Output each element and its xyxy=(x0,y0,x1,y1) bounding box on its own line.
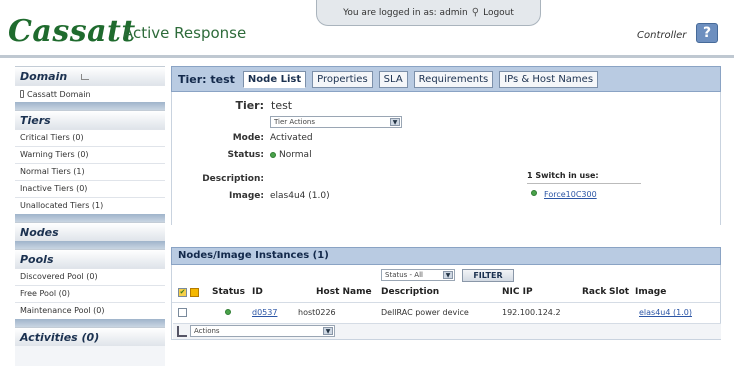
image-value: elas4u4 (1.0) xyxy=(270,191,330,201)
column-header-rack: Rack xyxy=(582,287,607,297)
column-header-slot: Slot xyxy=(609,287,630,297)
app-header: Cassatt Active Response You are logged i… xyxy=(0,0,734,58)
controller-label: Controller xyxy=(637,30,687,41)
sidebar-item-critical-tiers[interactable]: Critical Tiers (0) xyxy=(15,129,165,146)
tab-properties[interactable]: Properties xyxy=(312,70,373,88)
sidebar-item-inactive-tiers[interactable]: Inactive Tiers (0) xyxy=(15,180,165,197)
login-status-tab: You are logged in as: admin ⚲ Logout xyxy=(316,0,541,26)
chevron-down-icon: ▼ xyxy=(390,118,400,126)
switch-link[interactable]: Force10C300 xyxy=(544,190,597,199)
section-separator xyxy=(15,241,165,249)
actions-bar: Actions ▼ xyxy=(173,323,721,339)
column-header-description: Description xyxy=(381,287,440,297)
tier-label: Tier: xyxy=(235,99,264,112)
header-divider xyxy=(0,55,734,58)
tab-node-list[interactable]: Node List xyxy=(242,70,307,88)
column-header-host-name: Host Name xyxy=(316,287,372,297)
mode-label: Mode: xyxy=(232,133,264,143)
node-status-icon xyxy=(225,309,231,315)
domain-icon xyxy=(20,90,24,98)
nodes-section-title: Nodes/Image Instances (1) xyxy=(171,247,721,265)
tab-ips-host-names[interactable]: IPs & Host Names xyxy=(499,70,599,88)
node-image-link[interactable]: elas4u4 (1.0) xyxy=(639,308,692,317)
section-separator xyxy=(15,102,165,110)
sidebar-section-domain[interactable]: Domain xyxy=(15,66,165,85)
sidebar-heading-nodes[interactable]: Nodes xyxy=(15,222,165,241)
table-header-divider xyxy=(172,302,720,303)
logout-icon[interactable]: ⚲ xyxy=(472,7,479,18)
select-all-checkbox[interactable]: ✔ xyxy=(178,288,187,297)
return-arrow-icon xyxy=(177,326,187,337)
column-header-id: ID xyxy=(252,287,263,297)
cassatt-logo: Cassatt xyxy=(8,14,136,49)
node-host-name: host0226 xyxy=(298,308,336,317)
node-nic-ip: 192.100.124.2 xyxy=(502,308,561,317)
image-label: Image: xyxy=(229,191,264,201)
switch-count-title: 1 Switch in use: xyxy=(527,171,599,180)
nodes-table: Status - All ▼ FILTER ✔ Status ID Host N… xyxy=(171,265,721,340)
node-actions-select[interactable]: Actions ▼ xyxy=(190,325,335,337)
sidebar-item-unallocated-tiers[interactable]: Unallocated Tiers (1) xyxy=(15,197,165,214)
status-normal-icon xyxy=(270,151,276,158)
sidebar-heading-activities[interactable]: Activities (0) xyxy=(15,327,165,346)
sidebar-heading-domain: Domain xyxy=(20,70,68,83)
row-checkbox[interactable] xyxy=(178,308,187,317)
node-actions-value: Actions xyxy=(194,327,220,335)
status-label: Status: xyxy=(227,150,264,160)
sidebar-heading-tiers[interactable]: Tiers xyxy=(15,110,165,129)
tab-sla[interactable]: SLA xyxy=(378,70,408,88)
section-separator xyxy=(15,214,165,222)
status-value: Normal xyxy=(279,150,312,160)
tier-header: Tier: test Node List Properties SLA Requ… xyxy=(171,66,721,92)
sidebar-item-warning-tiers[interactable]: Warning Tiers (0) xyxy=(15,146,165,163)
node-id-link[interactable]: d0537 xyxy=(252,308,277,317)
main-panel: Tier: test Node List Properties SLA Requ… xyxy=(171,66,721,366)
tier-properties: Tier: test Tier Actions ▼ Mode: Activate… xyxy=(171,92,721,225)
page-title: Tier: test xyxy=(178,72,235,86)
sidebar-item-normal-tiers[interactable]: Normal Tiers (1) xyxy=(15,163,165,180)
minimize-icon[interactable] xyxy=(81,74,90,80)
logout-link[interactable]: Logout xyxy=(483,8,514,18)
sidebar-item-maintenance-pool[interactable]: Maintenance Pool (0) xyxy=(15,302,165,319)
status-filter-value: Status - All xyxy=(385,271,423,279)
sidebar-item-label: Cassatt Domain xyxy=(27,89,91,99)
product-name: Active Response xyxy=(123,24,247,42)
chevron-down-icon: ▼ xyxy=(323,327,333,335)
sidebar-item-cassatt-domain[interactable]: Cassatt Domain xyxy=(15,85,165,102)
filter-button[interactable]: FILTER xyxy=(462,269,514,282)
switch-status-icon xyxy=(531,190,537,196)
switch-divider xyxy=(527,183,641,184)
sidebar-item-free-pool[interactable]: Free Pool (0) xyxy=(15,285,165,302)
column-header-nic-ip: NIC IP xyxy=(502,287,533,297)
status-filter-select[interactable]: Status - All ▼ xyxy=(381,269,455,281)
help-button[interactable]: ? xyxy=(696,23,718,43)
tier-value: test xyxy=(271,99,293,112)
tab-requirements[interactable]: Requirements xyxy=(413,70,494,88)
tier-actions-select[interactable]: Tier Actions ▼ xyxy=(270,116,402,128)
status-value-wrap: Normal xyxy=(270,150,312,160)
sidebar-heading-pools[interactable]: Pools xyxy=(15,249,165,268)
tier-actions-value: Tier Actions xyxy=(274,118,315,126)
node-description: DellRAC power device xyxy=(381,308,469,317)
column-header-status: Status xyxy=(212,287,245,297)
description-label: Description: xyxy=(202,174,264,184)
section-separator xyxy=(15,319,165,327)
mode-value: Activated xyxy=(270,133,313,143)
sidebar-item-discovered-pool[interactable]: Discovered Pool (0) xyxy=(15,268,165,285)
select-none-checkbox[interactable] xyxy=(190,288,199,297)
login-status-text: You are logged in as: admin xyxy=(343,7,468,18)
chevron-down-icon: ▼ xyxy=(443,271,453,279)
sidebar: Domain Cassatt Domain Tiers Critical Tie… xyxy=(15,66,165,366)
column-header-image: Image xyxy=(635,287,667,297)
